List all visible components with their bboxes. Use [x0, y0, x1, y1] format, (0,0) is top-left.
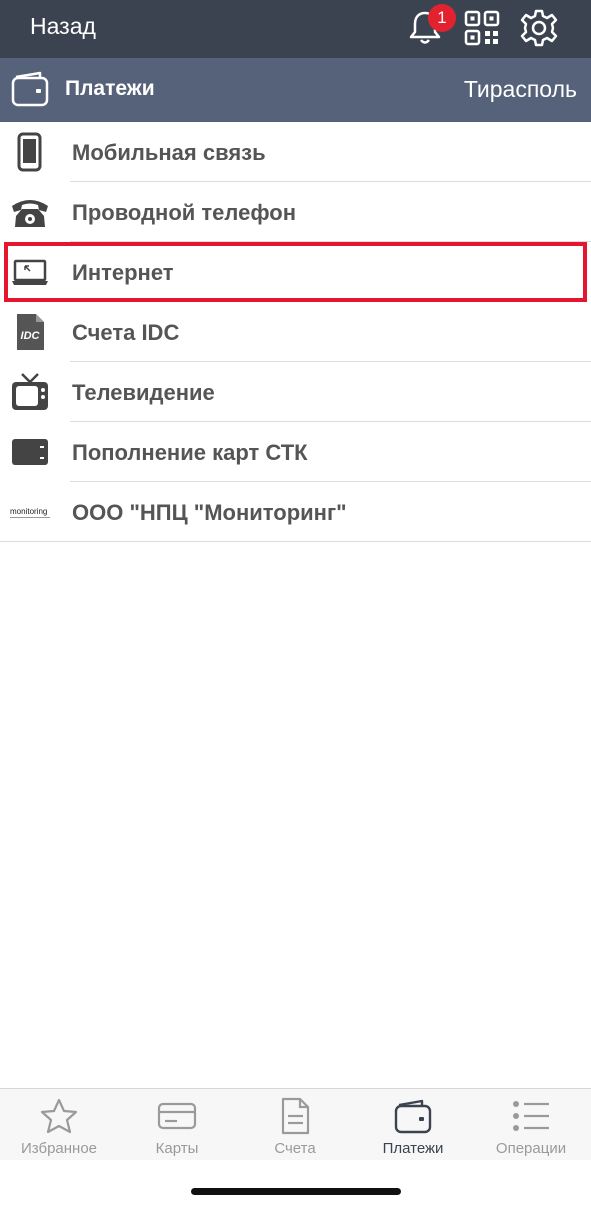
list-icon [513, 1101, 549, 1131]
category-label: Пополнение карт СТК [72, 440, 308, 465]
laptop-icon [12, 259, 48, 285]
category-label: Мобильная связь [72, 140, 266, 165]
svg-text:monitoring: monitoring [10, 507, 47, 516]
card-icon [157, 1102, 197, 1130]
payment-category-list: Мобильная связь Проводной телефон Интерн… [0, 122, 591, 542]
category-tv[interactable]: Телевидение [0, 362, 591, 422]
tab-label: Платежи [382, 1140, 444, 1157]
document-icon [281, 1097, 310, 1135]
tab-label: Операции [495, 1140, 567, 1157]
category-label: ООО "НПЦ "Мониторинг" [72, 500, 347, 525]
tab-cards[interactable]: Карты [118, 1089, 236, 1161]
qr-code-icon[interactable] [462, 8, 502, 48]
svg-text:IDC: IDC [21, 330, 41, 342]
category-stk-cards[interactable]: Пополнение карт СТК [0, 422, 591, 482]
wallet-icon [394, 1099, 432, 1134]
tv-icon [12, 373, 48, 410]
notification-badge: 1 [428, 4, 456, 32]
tab-label: Избранное [20, 1140, 98, 1157]
tab-accounts[interactable]: Счета [236, 1089, 354, 1161]
settings-gear-icon[interactable] [519, 8, 559, 48]
category-label: Счета IDC [72, 320, 180, 345]
idc-logo-icon: IDC [17, 314, 44, 350]
home-indicator[interactable] [191, 1188, 401, 1195]
tab-label: Счета [274, 1140, 316, 1157]
tab-favorites[interactable]: Избранное [0, 1089, 118, 1161]
category-idc[interactable]: IDC Счета IDC [0, 302, 591, 362]
category-label: Проводной телефон [72, 200, 297, 225]
tab-payments[interactable]: Платежи [354, 1089, 472, 1161]
category-internet[interactable]: Интернет [4, 242, 587, 302]
monitoring-logo-icon: monitoring [10, 507, 50, 518]
top-bar: Назад 1 [0, 0, 591, 58]
category-landline[interactable]: Проводной телефон [0, 182, 591, 242]
bottom-tab-bar: Избранное Карты Счета Платежи Операции [0, 1088, 591, 1160]
landline-phone-icon [12, 200, 48, 227]
card-icon [12, 439, 48, 465]
back-button[interactable]: Назад [30, 13, 96, 40]
category-mobile[interactable]: Мобильная связь [0, 122, 591, 182]
wallet-icon [11, 71, 49, 107]
tab-operations[interactable]: Операции [472, 1089, 590, 1161]
divider [0, 541, 591, 542]
tab-label: Карты [155, 1140, 199, 1157]
payments-header: Платежи Тирасполь [0, 58, 591, 122]
mobile-phone-icon [17, 132, 42, 172]
category-monitoring[interactable]: monitoring ООО "НПЦ "Мониторинг" [0, 482, 591, 542]
category-label: Интернет [72, 260, 174, 285]
star-icon [40, 1098, 78, 1134]
page-title: Платежи [65, 77, 155, 100]
city-selector[interactable]: Тирасполь [464, 76, 577, 103]
category-label: Телевидение [72, 380, 215, 405]
